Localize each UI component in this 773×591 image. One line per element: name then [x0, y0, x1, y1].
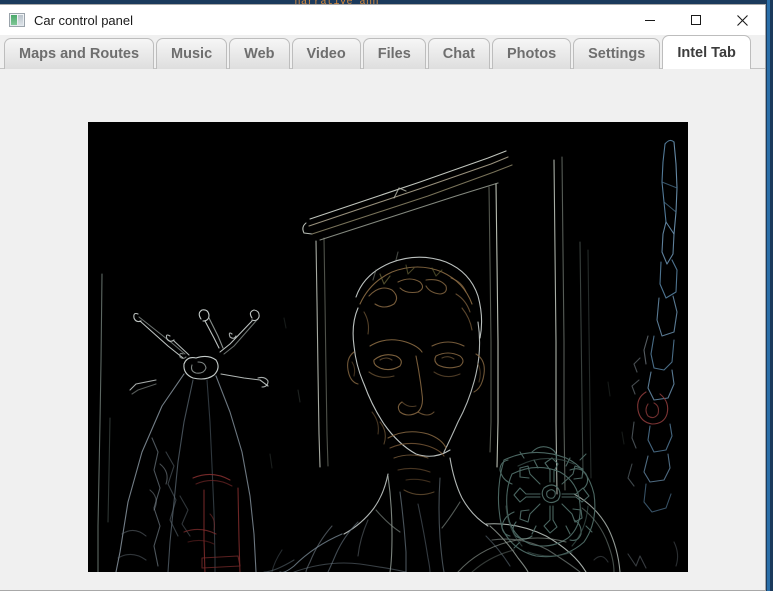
tab-label: Chat	[442, 46, 475, 62]
title-bar[interactable]: Car control panel	[0, 5, 765, 35]
tab-maps-and-routes[interactable]: Maps and Routes	[4, 38, 155, 69]
picture-icon-gray-block	[18, 15, 23, 25]
tab-settings[interactable]: Settings	[573, 38, 661, 69]
car-control-panel-window: Car control panel Maps and Routes Music	[0, 4, 766, 591]
tab-chat[interactable]: Chat	[427, 38, 490, 69]
tab-label: Photos	[507, 46, 557, 62]
tab-strip: Maps and Routes Music Web Video Files Ch…	[0, 35, 765, 69]
minimize-icon	[645, 20, 655, 21]
tab-label: Files	[377, 46, 411, 62]
edge-detected-photo-canvas	[88, 122, 688, 572]
close-icon	[736, 14, 748, 26]
window-controls	[627, 5, 765, 35]
tab-label: Web	[244, 46, 275, 62]
tab-photos[interactable]: Photos	[492, 38, 572, 69]
close-button[interactable]	[719, 5, 765, 35]
tab-intel-tab[interactable]: Intel Tab	[662, 35, 751, 69]
minimize-button[interactable]	[627, 5, 673, 35]
window-title: Car control panel	[34, 12, 133, 28]
edge-detected-photo	[88, 122, 688, 572]
maximize-button[interactable]	[673, 5, 719, 35]
tab-label: Intel Tab	[677, 44, 736, 61]
tab-label: Maps and Routes	[19, 46, 140, 62]
tab-content-pane	[0, 69, 765, 590]
tab-music[interactable]: Music	[156, 38, 228, 69]
picture-icon-green-block	[11, 15, 17, 25]
picture-icon	[9, 13, 25, 27]
maximize-icon	[691, 15, 701, 25]
background-editor-right-accent	[767, 0, 770, 591]
tab-video[interactable]: Video	[291, 38, 361, 69]
tab-label: Music	[171, 46, 213, 62]
tab-files[interactable]: Files	[362, 38, 426, 69]
background-editor-right-edge[interactable]	[766, 0, 773, 591]
tab-label: Settings	[588, 46, 646, 62]
tab-web[interactable]: Web	[229, 38, 290, 69]
tab-label: Video	[306, 46, 346, 62]
